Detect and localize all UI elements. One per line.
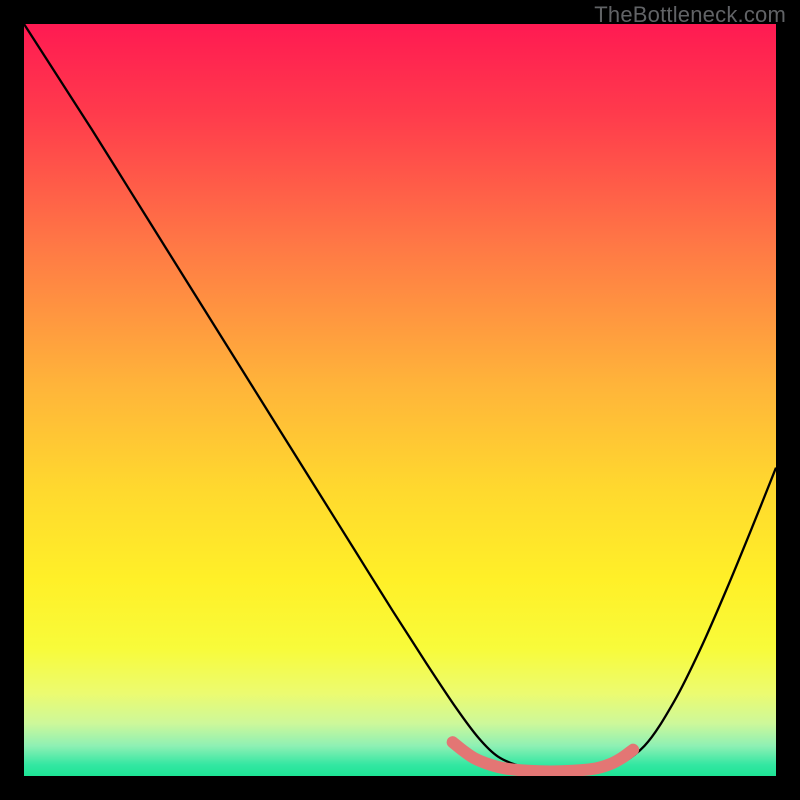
gradient-background — [24, 24, 776, 776]
watermark-text: TheBottleneck.com — [594, 2, 786, 28]
chart-frame: TheBottleneck.com — [0, 0, 800, 800]
bottleneck-chart — [24, 24, 776, 776]
plot-area — [24, 24, 776, 776]
